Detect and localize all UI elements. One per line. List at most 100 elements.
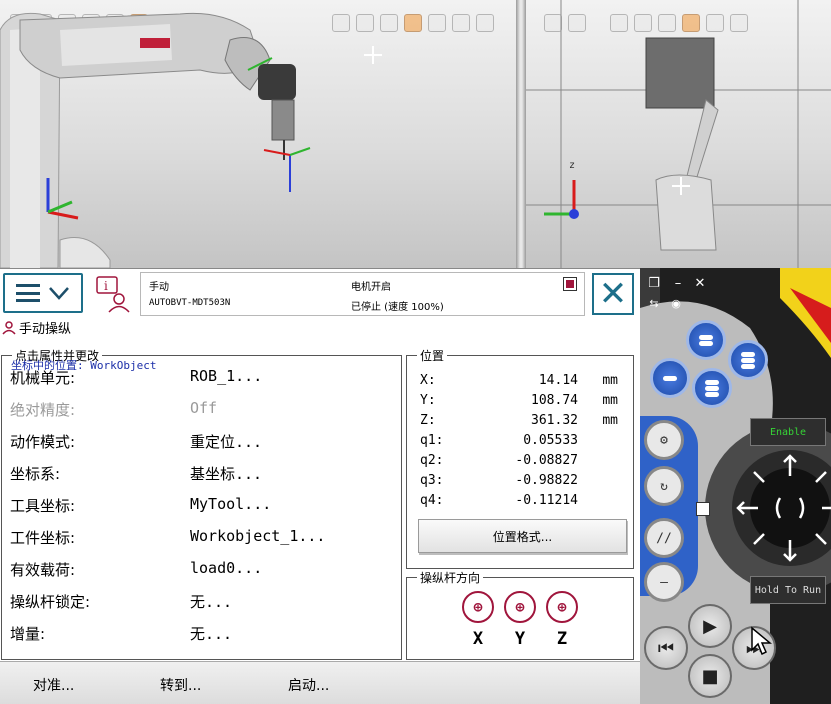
property-value[interactable]: 重定位... [190, 431, 380, 453]
position-key: Y: [420, 393, 436, 408]
viewport-left[interactable] [0, 0, 516, 268]
property-key: 操纵杆锁定: [10, 593, 91, 611]
property-row[interactable]: 有效载荷: load0... [10, 559, 380, 581]
property-row[interactable]: 增量: 无... [10, 623, 380, 645]
joystick-stop-icon[interactable] [696, 502, 710, 516]
chevron-down-icon [49, 287, 69, 300]
position-unit: mm [602, 413, 618, 428]
joystick-x-icon: ⊕ [462, 591, 494, 623]
close-button[interactable]: ✕ [592, 273, 634, 315]
enable-button[interactable]: Enable [750, 418, 826, 446]
property-row[interactable]: 绝对精度: Off [10, 399, 380, 421]
close-icon: ✕ [598, 274, 628, 314]
preset-button-2[interactable] [728, 340, 768, 380]
viewport-right[interactable]: z [526, 0, 831, 268]
swap-icon[interactable]: ⇆ [646, 296, 662, 312]
viewport-splitter[interactable] [516, 0, 526, 268]
align-button[interactable]: 对准... [33, 675, 74, 695]
robot-arm-3d-view [0, 12, 382, 268]
position-row: X: 14.14 mm [420, 373, 618, 391]
property-row[interactable]: 坐标系: 基坐标... [10, 463, 380, 485]
position-unit [578, 473, 618, 491]
jogging-icon [2, 320, 16, 335]
property-row[interactable]: 动作模式: 重定位... [10, 431, 380, 453]
position-value: 0.05533 [523, 433, 578, 448]
preset-button-1[interactable] [686, 320, 726, 360]
increment-button[interactable]: ∕∕ [644, 518, 684, 558]
bottom-command-bar: 对准... 转到... 启动... [0, 661, 640, 704]
motor-state: 电机开启 [351, 282, 391, 293]
position-value: -0.08827 [515, 453, 578, 468]
goto-button[interactable]: 转到... [160, 675, 201, 695]
motion-mode-button[interactable]: ↻ [644, 466, 684, 506]
property-value[interactable]: load0... [190, 559, 380, 581]
property-value[interactable]: ROB_1... [190, 367, 380, 389]
property-value[interactable]: Workobject_1... [190, 527, 380, 549]
svg-text:i: i [104, 279, 108, 293]
mouse-cursor-icon [751, 626, 772, 656]
axis-label-z: z [569, 160, 576, 171]
position-row: Y: 108.74 mm [420, 393, 618, 411]
position-row: q1: 0.05533 [420, 433, 618, 451]
camera-icon[interactable]: ◉ [668, 296, 684, 312]
play-button[interactable]: ▶ [688, 604, 732, 648]
property-value[interactable]: 基坐标... [190, 463, 380, 485]
stop-button[interactable]: ■ [688, 654, 732, 698]
hamburger-icon [16, 284, 40, 302]
position-key: Z: [420, 413, 436, 428]
property-value[interactable]: MyTool... [190, 495, 380, 517]
mechanical-unit-button[interactable]: ⚙ [644, 420, 684, 460]
mode-label: 手动 [149, 282, 169, 293]
robot-top-3d-view [526, 0, 831, 268]
hold-to-run-button[interactable]: Hold To Run [750, 576, 826, 604]
property-value[interactable]: 无... [190, 623, 380, 645]
event-log-user-icon[interactable]: i [95, 275, 131, 313]
joystick-legend: 操纵杆方向 [420, 571, 481, 585]
position-value: 361.32 [531, 413, 578, 428]
position-row: q2: -0.08827 [420, 453, 618, 471]
position-value: -0.11214 [515, 493, 578, 508]
position-row: q4: -0.11214 [420, 493, 618, 511]
close-hw-icon[interactable]: ✕ [692, 276, 708, 292]
property-key: 工件坐标: [10, 529, 76, 547]
joystick-y-icon: ⊕ [504, 591, 536, 623]
main-menu-button[interactable] [3, 273, 83, 313]
property-row[interactable]: 工具坐标: MyTool... [10, 495, 380, 517]
property-key: 工具坐标: [10, 497, 76, 515]
position-frame-label: 坐标中的位置: WorkObject [11, 359, 157, 372]
position-format-button[interactable]: 位置格式... [418, 519, 627, 553]
status-bar[interactable]: 手动 AUTOBVT-MDT503N 电机开启 已停止 (速度 100%) [140, 272, 585, 316]
minimize-icon[interactable]: – [670, 276, 686, 292]
program-state: 已停止 (速度 100%) [351, 302, 444, 313]
toggle-button[interactable]: — [644, 562, 684, 602]
position-key: q3: [420, 473, 444, 488]
property-row[interactable]: 工件坐标: Workobject_1... [10, 527, 380, 549]
joystick-axis-z: Z [556, 629, 568, 649]
preset-button-3[interactable] [650, 358, 690, 398]
joystick-icon[interactable] [730, 448, 831, 568]
property-row[interactable]: 操纵杆锁定: 无... [10, 591, 380, 613]
quickset-icon[interactable] [563, 277, 577, 291]
joystick-z-icon: ⊕ [546, 591, 578, 623]
position-key: q4: [420, 493, 444, 508]
position-unit [578, 453, 618, 471]
property-key: 动作模式: [10, 433, 76, 451]
property-value[interactable]: Off [190, 399, 380, 421]
controller-name: AUTOBVT-MDT503N [149, 298, 231, 308]
position-unit: mm [602, 393, 618, 408]
preset-button-4[interactable] [692, 368, 732, 408]
window-icon[interactable]: ❐ [646, 276, 662, 292]
flexpendant-panel: i 手动 AUTOBVT-MDT503N 电机开启 已停止 (速度 100%) … [0, 268, 640, 704]
property-value[interactable]: 无... [190, 591, 380, 613]
position-unit: mm [602, 373, 618, 388]
position-legend: 位置 [420, 349, 445, 363]
position-key: q2: [420, 453, 444, 468]
position-unit [578, 433, 618, 451]
property-key: 有效载荷: [10, 561, 76, 579]
activate-button[interactable]: 启动... [288, 675, 329, 695]
joystick-axis-x: X [472, 629, 484, 649]
page-title: 手动操纵 [2, 318, 71, 337]
position-key: q1: [420, 433, 444, 448]
step-back-button[interactable]: ⏮ [644, 626, 688, 670]
position-row: Z: 361.32 mm [420, 413, 618, 431]
